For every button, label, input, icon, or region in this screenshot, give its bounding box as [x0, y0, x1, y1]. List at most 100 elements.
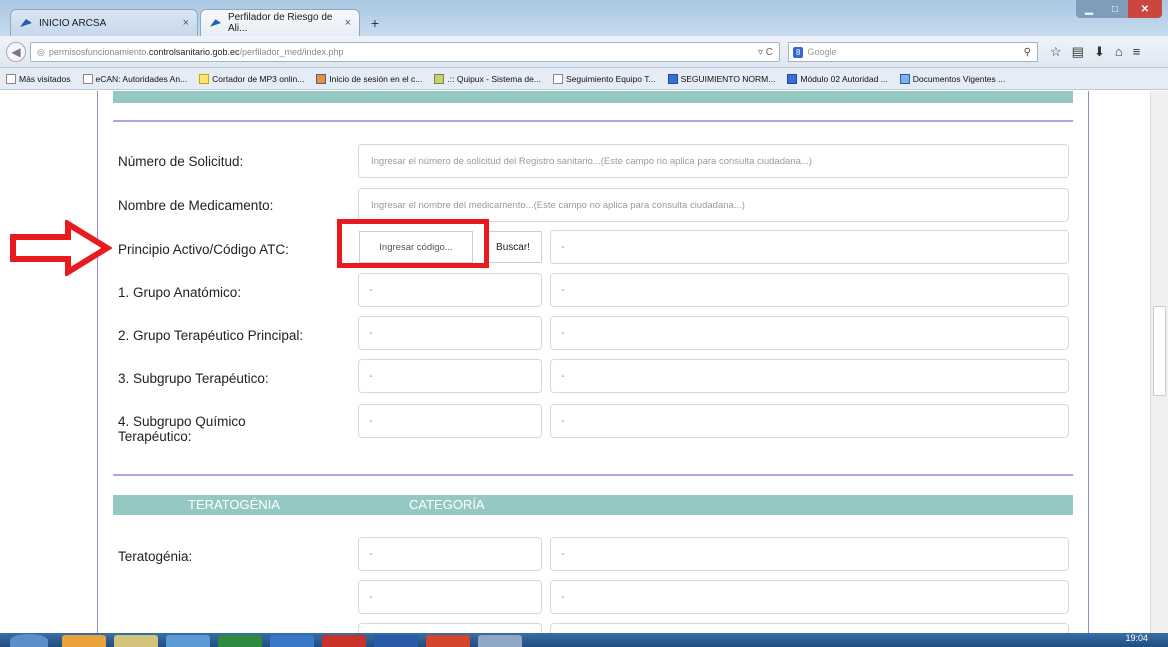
- subgrupo-quimico-label: 4. Subgrupo Químico Terapéutico:: [118, 414, 246, 444]
- grupo-terapeutico-code: -: [358, 316, 542, 350]
- search-engine-icon[interactable]: 8: [793, 46, 804, 58]
- taskbar-app-icon[interactable]: [374, 635, 418, 647]
- taskbar-app-icon[interactable]: [322, 635, 366, 647]
- bookmark-item[interactable]: SEGUIMIENTO NORM...: [667, 73, 775, 84]
- page-scrollbar[interactable]: [1150, 91, 1168, 633]
- url-host: controlsanitario.gob.ec: [148, 47, 240, 57]
- grupo-anatomico-desc: -: [550, 273, 1069, 307]
- subgrupo-terapeutico-label: 3. Subgrupo Terapéutico:: [118, 371, 269, 386]
- teratogenia-label: Teratogénia:: [118, 549, 193, 564]
- nombre-medicamento-input[interactable]: Ingresar el nombre del medicamento...(Es…: [358, 188, 1069, 222]
- taskbar-clock: 19:04: [1125, 633, 1148, 643]
- bookmark-item[interactable]: eCAN: Autoridades An...: [82, 73, 187, 84]
- subgrupo-terapeutico-code: -: [358, 359, 542, 393]
- bookmark-item[interactable]: Módulo 02 Autoridad ...: [787, 73, 888, 84]
- tab-inicio-arcsa[interactable]: INICIO ARCSA ×: [10, 9, 198, 36]
- search-placeholder: Google: [807, 47, 837, 57]
- site-identity-icon[interactable]: ◎: [37, 47, 45, 58]
- tab-close-icon[interactable]: ×: [183, 17, 189, 29]
- subgrupo-quimico-label-line2: Terapéutico:: [118, 429, 192, 444]
- download-icon[interactable]: ⬇: [1094, 44, 1105, 60]
- subgrupo-terapeutico-desc: -: [550, 359, 1069, 393]
- grupo-terapeutico-label: 2. Grupo Terapéutico Principal:: [118, 328, 304, 343]
- grupo-anatomico-label: 1. Grupo Anatómico:: [118, 285, 242, 300]
- start-button[interactable]: [10, 634, 48, 647]
- new-tab-button[interactable]: +: [366, 14, 384, 32]
- arcsa-favicon-icon: [209, 19, 222, 27]
- teratogenia-value: -: [358, 580, 542, 614]
- divider: [113, 120, 1073, 122]
- address-bar[interactable]: ◎ permisosfuncionamiento. controlsanitari…: [30, 42, 780, 62]
- windows-taskbar: 19:04: [0, 633, 1168, 647]
- numero-solicitud-label: Número de Solicitud:: [118, 154, 244, 169]
- teratogenia-section-header: TERATOGÉNIA CATEGORÍA: [113, 495, 1073, 515]
- maximize-icon[interactable]: □: [1102, 0, 1128, 18]
- taskbar-app-icon[interactable]: [218, 635, 262, 647]
- categoria-value: -: [550, 580, 1069, 614]
- bookmarks-menu-icon[interactable]: ▤: [1072, 44, 1084, 60]
- principio-activo-result: -: [550, 230, 1069, 264]
- tab-close-icon[interactable]: ×: [345, 17, 351, 29]
- tab-perfilador[interactable]: Perfilador de Riesgo de Ali... ×: [200, 9, 360, 36]
- divider: [113, 474, 1073, 476]
- taskbar-app-icon[interactable]: [478, 635, 522, 647]
- reload-icon[interactable]: ▿ C: [758, 47, 773, 58]
- principio-activo-label: Principio Activo/Código ATC:: [118, 242, 289, 257]
- page-border-left: [97, 91, 98, 633]
- browser-tab-strip: INICIO ARCSA × Perfilador de Riesgo de A…: [0, 0, 1168, 36]
- categoria-value: -: [550, 537, 1069, 571]
- section-header-bar: [113, 91, 1073, 103]
- bookmark-item[interactable]: Cortador de MP3 onlin...: [199, 73, 304, 84]
- home-icon[interactable]: ⌂: [1115, 44, 1123, 60]
- page-border-right: [1088, 91, 1089, 633]
- minimize-icon[interactable]: ▁: [1076, 0, 1102, 18]
- scrollbar-thumb[interactable]: [1153, 306, 1166, 396]
- categoria-value: [550, 623, 1069, 633]
- grupo-terapeutico-desc: -: [550, 316, 1069, 350]
- bookmark-item[interactable]: .:: Quipux - Sistema de...: [434, 73, 541, 84]
- search-bar[interactable]: 8 Google ⚲: [788, 42, 1038, 62]
- taskbar-app-icon[interactable]: [166, 635, 210, 647]
- bookmark-icon: [899, 73, 910, 84]
- bookmark-item[interactable]: Más visitados: [6, 73, 71, 84]
- subgrupo-quimico-desc: -: [550, 404, 1069, 438]
- bookmark-icon: [434, 73, 445, 84]
- page-viewport: Número de Solicitud: Ingresar el número …: [0, 91, 1168, 633]
- taskbar-app-icon[interactable]: [270, 635, 314, 647]
- bookmark-item[interactable]: Inicio de sesión en el c...: [316, 73, 422, 84]
- back-arrow-icon[interactable]: ◀: [6, 42, 26, 62]
- grupo-anatomico-code: -: [358, 273, 542, 307]
- numero-solicitud-input[interactable]: Ingresar el número de solicitud del Regi…: [358, 144, 1069, 178]
- window-controls: ▁ □ ✕: [1076, 0, 1162, 20]
- window-close-icon[interactable]: ✕: [1128, 0, 1162, 18]
- url-prefix: permisosfuncionamiento.: [48, 47, 149, 57]
- subgrupo-quimico-code: -: [358, 404, 542, 438]
- teratogenia-value: [358, 623, 542, 633]
- column-header-categoria: CATEGORÍA: [409, 497, 485, 512]
- nombre-medicamento-label: Nombre de Medicamento:: [118, 198, 274, 213]
- bookmark-icon: [787, 73, 798, 84]
- bookmark-icon: [199, 73, 210, 84]
- bookmark-icon: [6, 73, 16, 84]
- url-path: /perfilador_med/index.php: [239, 47, 344, 57]
- bookmark-icon: [667, 73, 678, 84]
- bookmark-icon: [552, 73, 563, 84]
- tab-label: INICIO ARCSA: [39, 17, 107, 29]
- column-header-teratogenia: TERATOGÉNIA: [188, 497, 280, 512]
- buscar-button[interactable]: Buscar!: [484, 231, 542, 263]
- bookmarks-bar: Más visitados eCAN: Autoridades An... Co…: [0, 68, 1168, 90]
- search-icon[interactable]: ⚲: [1024, 47, 1031, 58]
- bookmark-item[interactable]: Documentos Vigentes ...: [899, 73, 1005, 84]
- bookmark-star-icon[interactable]: ☆: [1050, 44, 1062, 60]
- bookmark-item[interactable]: Seguimiento Equipo T...: [552, 73, 656, 84]
- bookmark-icon: [316, 73, 327, 84]
- taskbar-app-icon[interactable]: [114, 635, 158, 647]
- teratogenia-value: -: [358, 537, 542, 571]
- menu-icon[interactable]: ≡: [1133, 44, 1141, 60]
- bookmark-icon: [82, 73, 93, 84]
- taskbar-app-icon[interactable]: [62, 635, 106, 647]
- red-arrow-icon: [10, 220, 112, 276]
- arcsa-favicon-icon: [20, 19, 32, 27]
- taskbar-app-icon[interactable]: [426, 635, 470, 647]
- tab-label: Perfilador de Riesgo de Ali...: [227, 12, 333, 34]
